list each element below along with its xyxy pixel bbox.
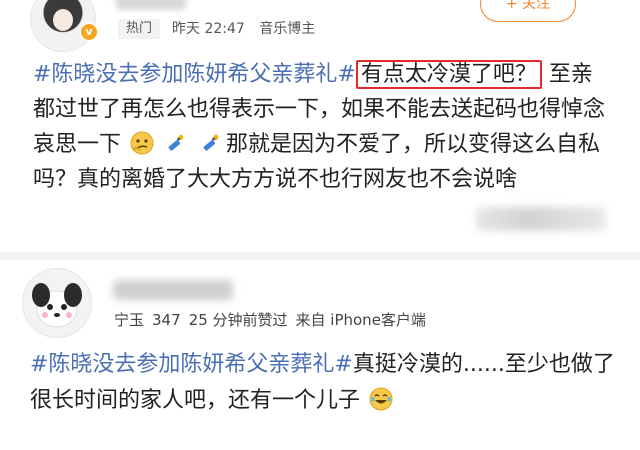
hot-tag: 热门	[118, 19, 161, 39]
post-meta: 昨天 22:47 音乐博主	[172, 18, 325, 40]
highlighted-text: 有点太冷漠了吧？	[355, 60, 542, 89]
commenter-name-blurred[interactable]	[113, 280, 233, 300]
post-body: #陈晓没去参加陈妍希父亲葬礼# 有点太冷漠了吧？ 至亲都过世了再怎么也得表示一下，…	[33, 57, 608, 197]
section-divider	[0, 252, 640, 260]
comment-hashtag[interactable]: #陈晓没去参加陈妍希父亲葬礼#	[30, 352, 353, 377]
thinking-emoji-icon	[130, 131, 154, 155]
comment-meta: 宁玉 347 25 分钟前赞过 来自 iPhone客户端	[114, 309, 434, 331]
post-time: 昨天 22:47	[172, 21, 245, 37]
comment-time: 25 分钟前赞过	[188, 311, 288, 329]
laugh-cry-emoji-icon	[369, 387, 393, 411]
comment-body: #陈晓没去参加陈妍希父亲葬礼#真挺冷漠的......至少也做了很长时间的家人吧，…	[30, 347, 620, 419]
puppy-avatar-icon	[23, 269, 91, 337]
commenter-avatar[interactable]	[22, 268, 92, 338]
candle-icon	[203, 134, 219, 151]
follow-button[interactable]: + 关注	[480, 0, 576, 22]
comment-likes: 347	[152, 311, 181, 329]
blurred-content	[476, 207, 606, 231]
candle-icon	[168, 134, 184, 151]
comment-ip: 宁玉	[114, 311, 145, 329]
post-hashtag[interactable]: #陈晓没去参加陈妍希父亲葬礼#	[33, 62, 356, 87]
verified-badge-icon: v	[80, 23, 98, 41]
comment-source: 来自 iPhone客户端	[295, 311, 426, 329]
author-name-blurred[interactable]	[116, 0, 186, 10]
author-title: 音乐博主	[259, 21, 316, 37]
